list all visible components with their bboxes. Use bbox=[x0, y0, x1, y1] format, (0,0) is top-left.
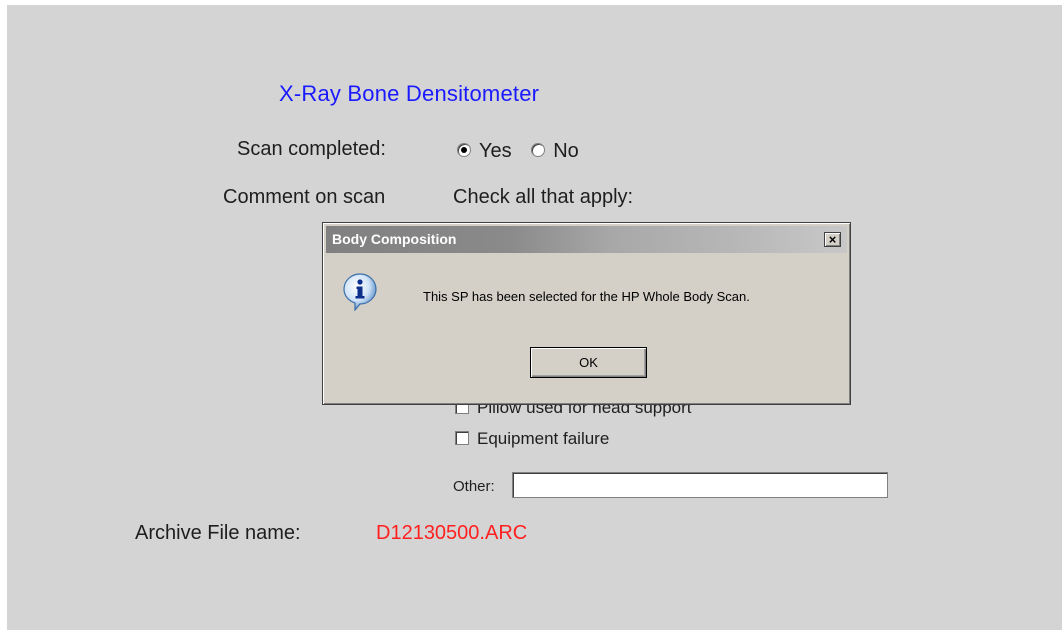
scan-completed-radio-group: Yes No bbox=[457, 140, 579, 163]
close-icon: × bbox=[828, 232, 837, 247]
check-all-label: Check all that apply: bbox=[453, 186, 634, 208]
archive-file-value: D12130500.ARC bbox=[376, 522, 528, 544]
scan-completed-label: Scan completed: bbox=[237, 138, 386, 160]
form-title: X-Ray Bone Densitometer bbox=[279, 81, 540, 106]
radio-yes-button[interactable] bbox=[457, 142, 471, 157]
body-composition-dialog: Body Composition × This SP has been sele… bbox=[322, 222, 851, 405]
checkbox-equipment[interactable] bbox=[455, 430, 469, 445]
archive-label: Archive File name: bbox=[135, 522, 301, 544]
dialog-title: Body Composition bbox=[332, 231, 457, 247]
radio-yes-label: Yes bbox=[479, 140, 512, 162]
radio-yes[interactable]: Yes bbox=[457, 140, 512, 162]
ok-button[interactable]: OK bbox=[530, 347, 647, 378]
dialog-message: This SP has been selected for the HP Who… bbox=[423, 289, 750, 304]
radio-no[interactable]: No bbox=[531, 140, 579, 162]
radio-no-button[interactable] bbox=[531, 142, 546, 157]
radio-no-label: No bbox=[553, 140, 579, 162]
ok-label: OK bbox=[579, 355, 598, 370]
info-icon bbox=[343, 273, 377, 311]
checkbox-equipment-label: Equipment failure bbox=[477, 429, 610, 448]
dialog-titlebar[interactable]: Body Composition × bbox=[326, 226, 847, 253]
close-button[interactable]: × bbox=[824, 232, 841, 247]
comment-label: Comment on scan bbox=[223, 186, 386, 208]
other-input[interactable] bbox=[512, 472, 888, 498]
other-label: Other: bbox=[453, 478, 495, 495]
checkbox-row-equipment[interactable]: Equipment failure bbox=[455, 429, 609, 449]
